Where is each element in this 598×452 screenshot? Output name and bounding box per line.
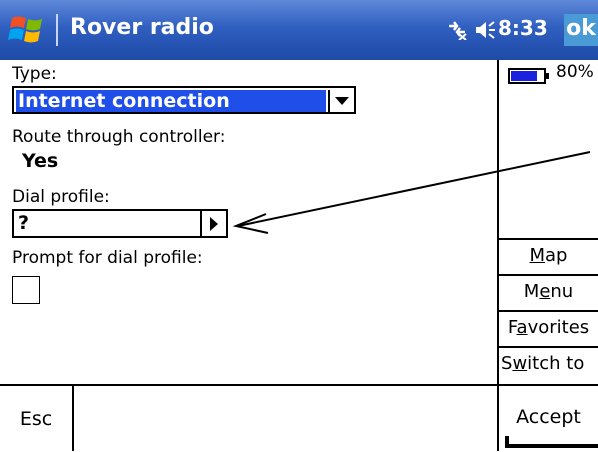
dial-profile-value: ? [18, 212, 30, 234]
accept-softkey-underline [505, 444, 598, 448]
map-button[interactable]: Map [499, 238, 598, 272]
title-separator [56, 14, 58, 46]
route-value: Yes [22, 150, 59, 172]
dial-profile-label: Dial profile: [12, 187, 110, 207]
switch-label-key: w [512, 353, 528, 374]
switch-label-post: itch to [527, 353, 585, 374]
map-label-key: M [529, 245, 546, 266]
prompt-label: Prompt for dial profile: [12, 248, 203, 268]
battery-percent: 80% [556, 62, 594, 82]
menu-label-pre: M [523, 281, 540, 302]
windows-start-icon[interactable] [8, 12, 50, 48]
ok-button[interactable]: ok [564, 14, 598, 46]
favorites-label-post: vorites [527, 317, 590, 338]
menu-label-post: nu [550, 281, 574, 302]
dial-profile-field[interactable]: ? [12, 209, 228, 238]
map-label-post: ap [545, 245, 568, 266]
connectivity-icon[interactable] [446, 18, 468, 40]
prompt-checkbox[interactable] [12, 276, 40, 304]
favorites-label-key: a [516, 317, 528, 338]
type-dropdown-value: Internet connection [16, 90, 326, 112]
volume-icon[interactable] [474, 18, 496, 42]
accept-button[interactable]: Accept [499, 386, 598, 451]
type-label: Type: [12, 64, 57, 84]
menu-button[interactable]: Menu [499, 274, 598, 308]
favorites-button[interactable]: Favorites [499, 310, 598, 344]
menu-label-key: e [539, 281, 551, 302]
switch-to-button[interactable]: Switch to [499, 346, 598, 380]
chevron-down-icon[interactable] [328, 90, 352, 112]
clock[interactable]: 8:33 [498, 16, 548, 40]
form-area: Type: Internet connection Route through … [0, 60, 497, 384]
switch-label-pre: S [501, 353, 513, 374]
arrow-right-icon[interactable] [200, 211, 226, 236]
type-dropdown[interactable]: Internet connection [12, 86, 356, 114]
title-bar: Rover radio 8:33 ok [0, 0, 598, 60]
esc-button[interactable]: Esc [0, 386, 74, 451]
favorites-label-pre: F [507, 317, 517, 338]
window-title: Rover radio [70, 15, 214, 40]
route-label: Route through controller: [12, 127, 226, 147]
battery-icon [508, 68, 549, 84]
